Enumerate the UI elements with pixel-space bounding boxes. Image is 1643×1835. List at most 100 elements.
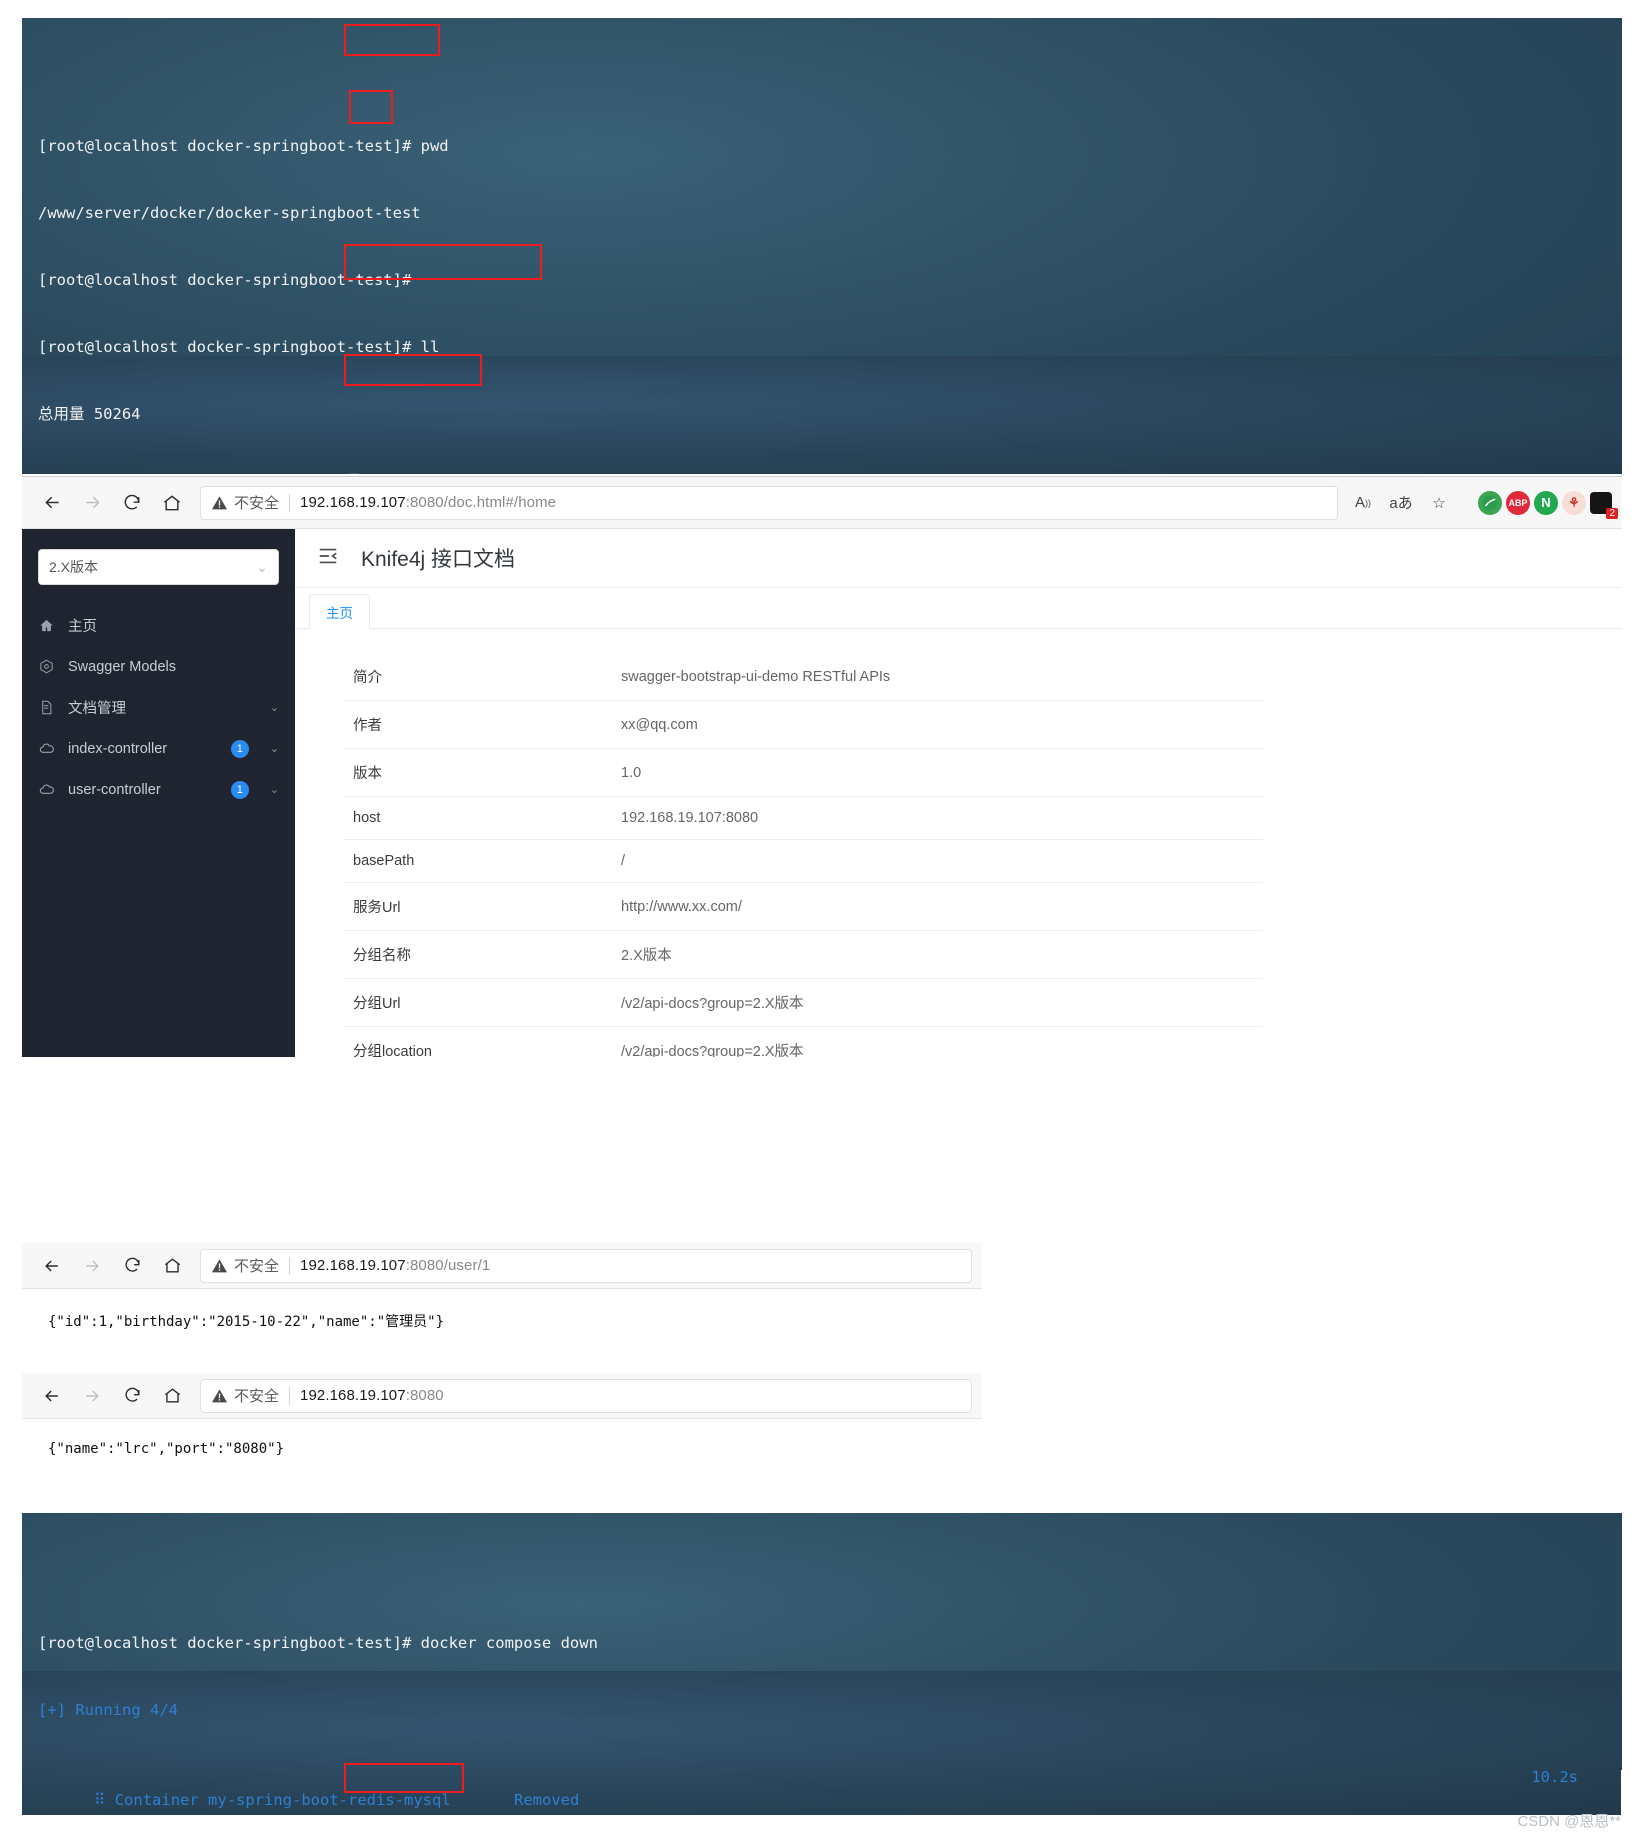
reload-button[interactable] bbox=[112, 1376, 152, 1416]
browser-window-user-api: 不安全 192.168.19.107:8080/user/1 {"id":1,"… bbox=[22, 1243, 982, 1383]
terminal-line: [root@localhost docker-springboot-test]#… bbox=[38, 135, 1622, 157]
shell-prompt: [root@localhost docker-springboot-test]# bbox=[38, 271, 412, 290]
sidebar-item-doc-management[interactable]: 文档管理 ⌄ bbox=[22, 687, 295, 728]
not-secure-label: 不安全 bbox=[234, 495, 280, 512]
pwd-output: /www/server/docker/docker-springboot-tes… bbox=[38, 204, 421, 223]
browser-toolbar: 不安全 192.168.19.107:8080 bbox=[22, 1373, 982, 1419]
chevron-down-icon: ⌄ bbox=[269, 784, 279, 796]
sidebar-item-swagger-models[interactable]: Swagger Models bbox=[22, 646, 295, 687]
chevron-down-icon: ⌄ bbox=[269, 743, 279, 755]
spinner-icon: ⠿ bbox=[94, 1790, 106, 1809]
terminal-line: [root@localhost docker-springboot-test]#… bbox=[38, 336, 1622, 358]
file-row-compose: -rw-r--r-- 1 root root 950 7月 24 12:38 d… bbox=[38, 472, 632, 474]
url-text: 192.168.19.107:8080/user/1 bbox=[300, 1257, 491, 1274]
controller-icon bbox=[38, 783, 55, 797]
chevron-down-icon: ⌄ bbox=[256, 558, 268, 575]
back-button[interactable] bbox=[32, 1376, 72, 1416]
browser-window-knife4j: 不安全 192.168.19.107:8080/doc.html#/home A… bbox=[22, 476, 1622, 1057]
command-compose-down: docker compose down bbox=[420, 1634, 598, 1653]
sidebar-item-label: Swagger Models bbox=[68, 658, 176, 675]
corner-mask-top-right bbox=[1621, 1770, 1643, 1835]
table-row: 分组location/v2/api-docs?group=2.X版本 bbox=[343, 1026, 1263, 1057]
not-secure-warning-icon bbox=[211, 1258, 228, 1273]
knife4j-main: Knife4j 接口文档 主页 简介 swagger-bootstrap-ui-d… bbox=[295, 529, 1622, 1057]
terminal-line: -rw-r--r-- 1 root root 950 7月 24 12:38 d… bbox=[38, 470, 1622, 474]
not-secure-warning-icon bbox=[211, 495, 228, 510]
doc-info-table: 简介 swagger-bootstrap-ui-demo RESTful APIs… bbox=[343, 653, 1263, 1057]
browser-window-root-api: 不安全 192.168.19.107:8080 {"name":"lrc","p… bbox=[22, 1373, 982, 1528]
tab-home[interactable]: 主页 bbox=[309, 594, 370, 629]
forward-button[interactable] bbox=[72, 483, 112, 523]
sidebar-item-label: 主页 bbox=[68, 619, 97, 635]
json-response-body: {"name":"lrc","port":"8080"} bbox=[48, 1441, 285, 1457]
home-button[interactable] bbox=[152, 483, 192, 523]
compose-status: Removed bbox=[514, 1790, 580, 1809]
knife4j-sidebar: 2.X版本 ⌄ 主页 Swagger Models 文档管理 ⌄ index-c… bbox=[22, 529, 295, 1057]
watermark: CSDN @恩恩** bbox=[1517, 1813, 1621, 1830]
address-bar[interactable]: 不安全 192.168.19.107:8080/user/1 bbox=[200, 1248, 972, 1283]
address-bar[interactable]: 不安全 192.168.19.107:8080/doc.html#/home bbox=[200, 485, 1338, 520]
translate-icon[interactable]: aあ bbox=[1384, 486, 1418, 520]
idm-extension-icon[interactable] bbox=[1478, 490, 1502, 515]
reload-button[interactable] bbox=[112, 1246, 152, 1286]
controller-icon bbox=[38, 742, 55, 756]
url-text: 192.168.19.107:8080 bbox=[300, 1387, 444, 1404]
sidebar-item-index-controller[interactable]: index-controller 1 ⌄ bbox=[22, 728, 295, 769]
sidebar-item-user-controller[interactable]: user-controller 1 ⌄ bbox=[22, 769, 295, 810]
url-text: 192.168.19.107:8080/doc.html#/home bbox=[300, 494, 557, 511]
chevron-down-icon: ⌄ bbox=[269, 702, 279, 714]
home-button[interactable] bbox=[152, 1376, 192, 1416]
terminal-bottom: [root@localhost docker-springboot-test]#… bbox=[22, 1513, 1622, 1815]
sidebar-item-label: index-controller bbox=[68, 740, 168, 757]
sidebar-item-label: 文档管理 bbox=[68, 701, 126, 717]
sidebar-item-label: user-controller bbox=[68, 781, 161, 798]
json-response-body: {"id":1,"birthday":"2015-10-22","name":"… bbox=[48, 1314, 445, 1330]
forward-button[interactable] bbox=[72, 1376, 112, 1416]
home-icon bbox=[38, 618, 55, 633]
adblock-plus-icon[interactable]: ABP bbox=[1506, 490, 1530, 515]
sidebar-item-home[interactable]: 主页 bbox=[22, 605, 295, 646]
table-row: 版本 1.0 bbox=[343, 748, 1263, 797]
omnibox-divider bbox=[289, 1256, 291, 1275]
back-button[interactable] bbox=[32, 1246, 72, 1286]
tree-style-tab-icon[interactable]: ⚘ bbox=[1562, 490, 1586, 515]
nord-extension-icon[interactable]: N bbox=[1534, 490, 1558, 515]
terminal-line: [root@localhost docker-springboot-test]# bbox=[38, 269, 1622, 291]
api-count-badge: 1 bbox=[230, 780, 249, 799]
table-row: 服务Url http://www.xx.com/ bbox=[343, 882, 1263, 931]
models-icon bbox=[38, 659, 55, 674]
compose-duration: 10.2s bbox=[1531, 1768, 1578, 1787]
not-secure-label: 不安全 bbox=[234, 1258, 280, 1275]
page-title: Knife4j 接口文档 bbox=[361, 548, 516, 571]
not-secure-label: 不安全 bbox=[234, 1388, 280, 1405]
forward-button[interactable] bbox=[72, 1246, 112, 1286]
terminal-line: /www/server/docker/docker-springboot-tes… bbox=[38, 202, 1622, 224]
command-ll: ll bbox=[420, 338, 440, 357]
table-row: host 192.168.19.107:8080 bbox=[343, 796, 1263, 840]
omnibox-divider bbox=[289, 1386, 291, 1405]
extension-badge-count: 2 bbox=[1606, 507, 1618, 519]
table-row: 简介 swagger-bootstrap-ui-demo RESTful APIs bbox=[343, 653, 1263, 701]
document-icon bbox=[38, 700, 55, 715]
group-select-value: 2.X版本 bbox=[49, 559, 99, 575]
group-select[interactable]: 2.X版本 ⌄ bbox=[38, 549, 279, 585]
terminal-line: 总用量 50264 bbox=[38, 403, 1622, 425]
shell-prompt: [root@localhost docker-springboot-test]# bbox=[38, 338, 421, 357]
tab-bar: 主页 bbox=[295, 588, 1622, 629]
terminal-line: [root@localhost docker-springboot-test]#… bbox=[38, 1632, 1622, 1654]
table-row: 分组Url/v2/api-docs?group=2.X版本 bbox=[343, 978, 1263, 1027]
home-button[interactable] bbox=[152, 1246, 192, 1286]
address-bar[interactable]: 不安全 192.168.19.107:8080 bbox=[200, 1378, 972, 1413]
browser-toolbar: 不安全 192.168.19.107:8080/user/1 bbox=[22, 1243, 982, 1289]
collapse-sidebar-icon[interactable] bbox=[317, 545, 339, 572]
not-secure-warning-icon bbox=[211, 1388, 228, 1403]
ll-total: 总用量 50264 bbox=[38, 405, 141, 424]
back-button[interactable] bbox=[32, 483, 72, 523]
reload-button[interactable] bbox=[112, 483, 152, 523]
table-row: 作者 xx@qq.com bbox=[343, 700, 1263, 749]
read-aloud-icon[interactable]: A)) bbox=[1346, 486, 1380, 520]
shell-prompt: [root@localhost docker-springboot-test]# bbox=[38, 137, 421, 156]
add-favorite-icon[interactable]: ☆ bbox=[1422, 486, 1456, 520]
command-pwd: pwd bbox=[420, 137, 449, 156]
highlight-pwd bbox=[344, 24, 440, 56]
